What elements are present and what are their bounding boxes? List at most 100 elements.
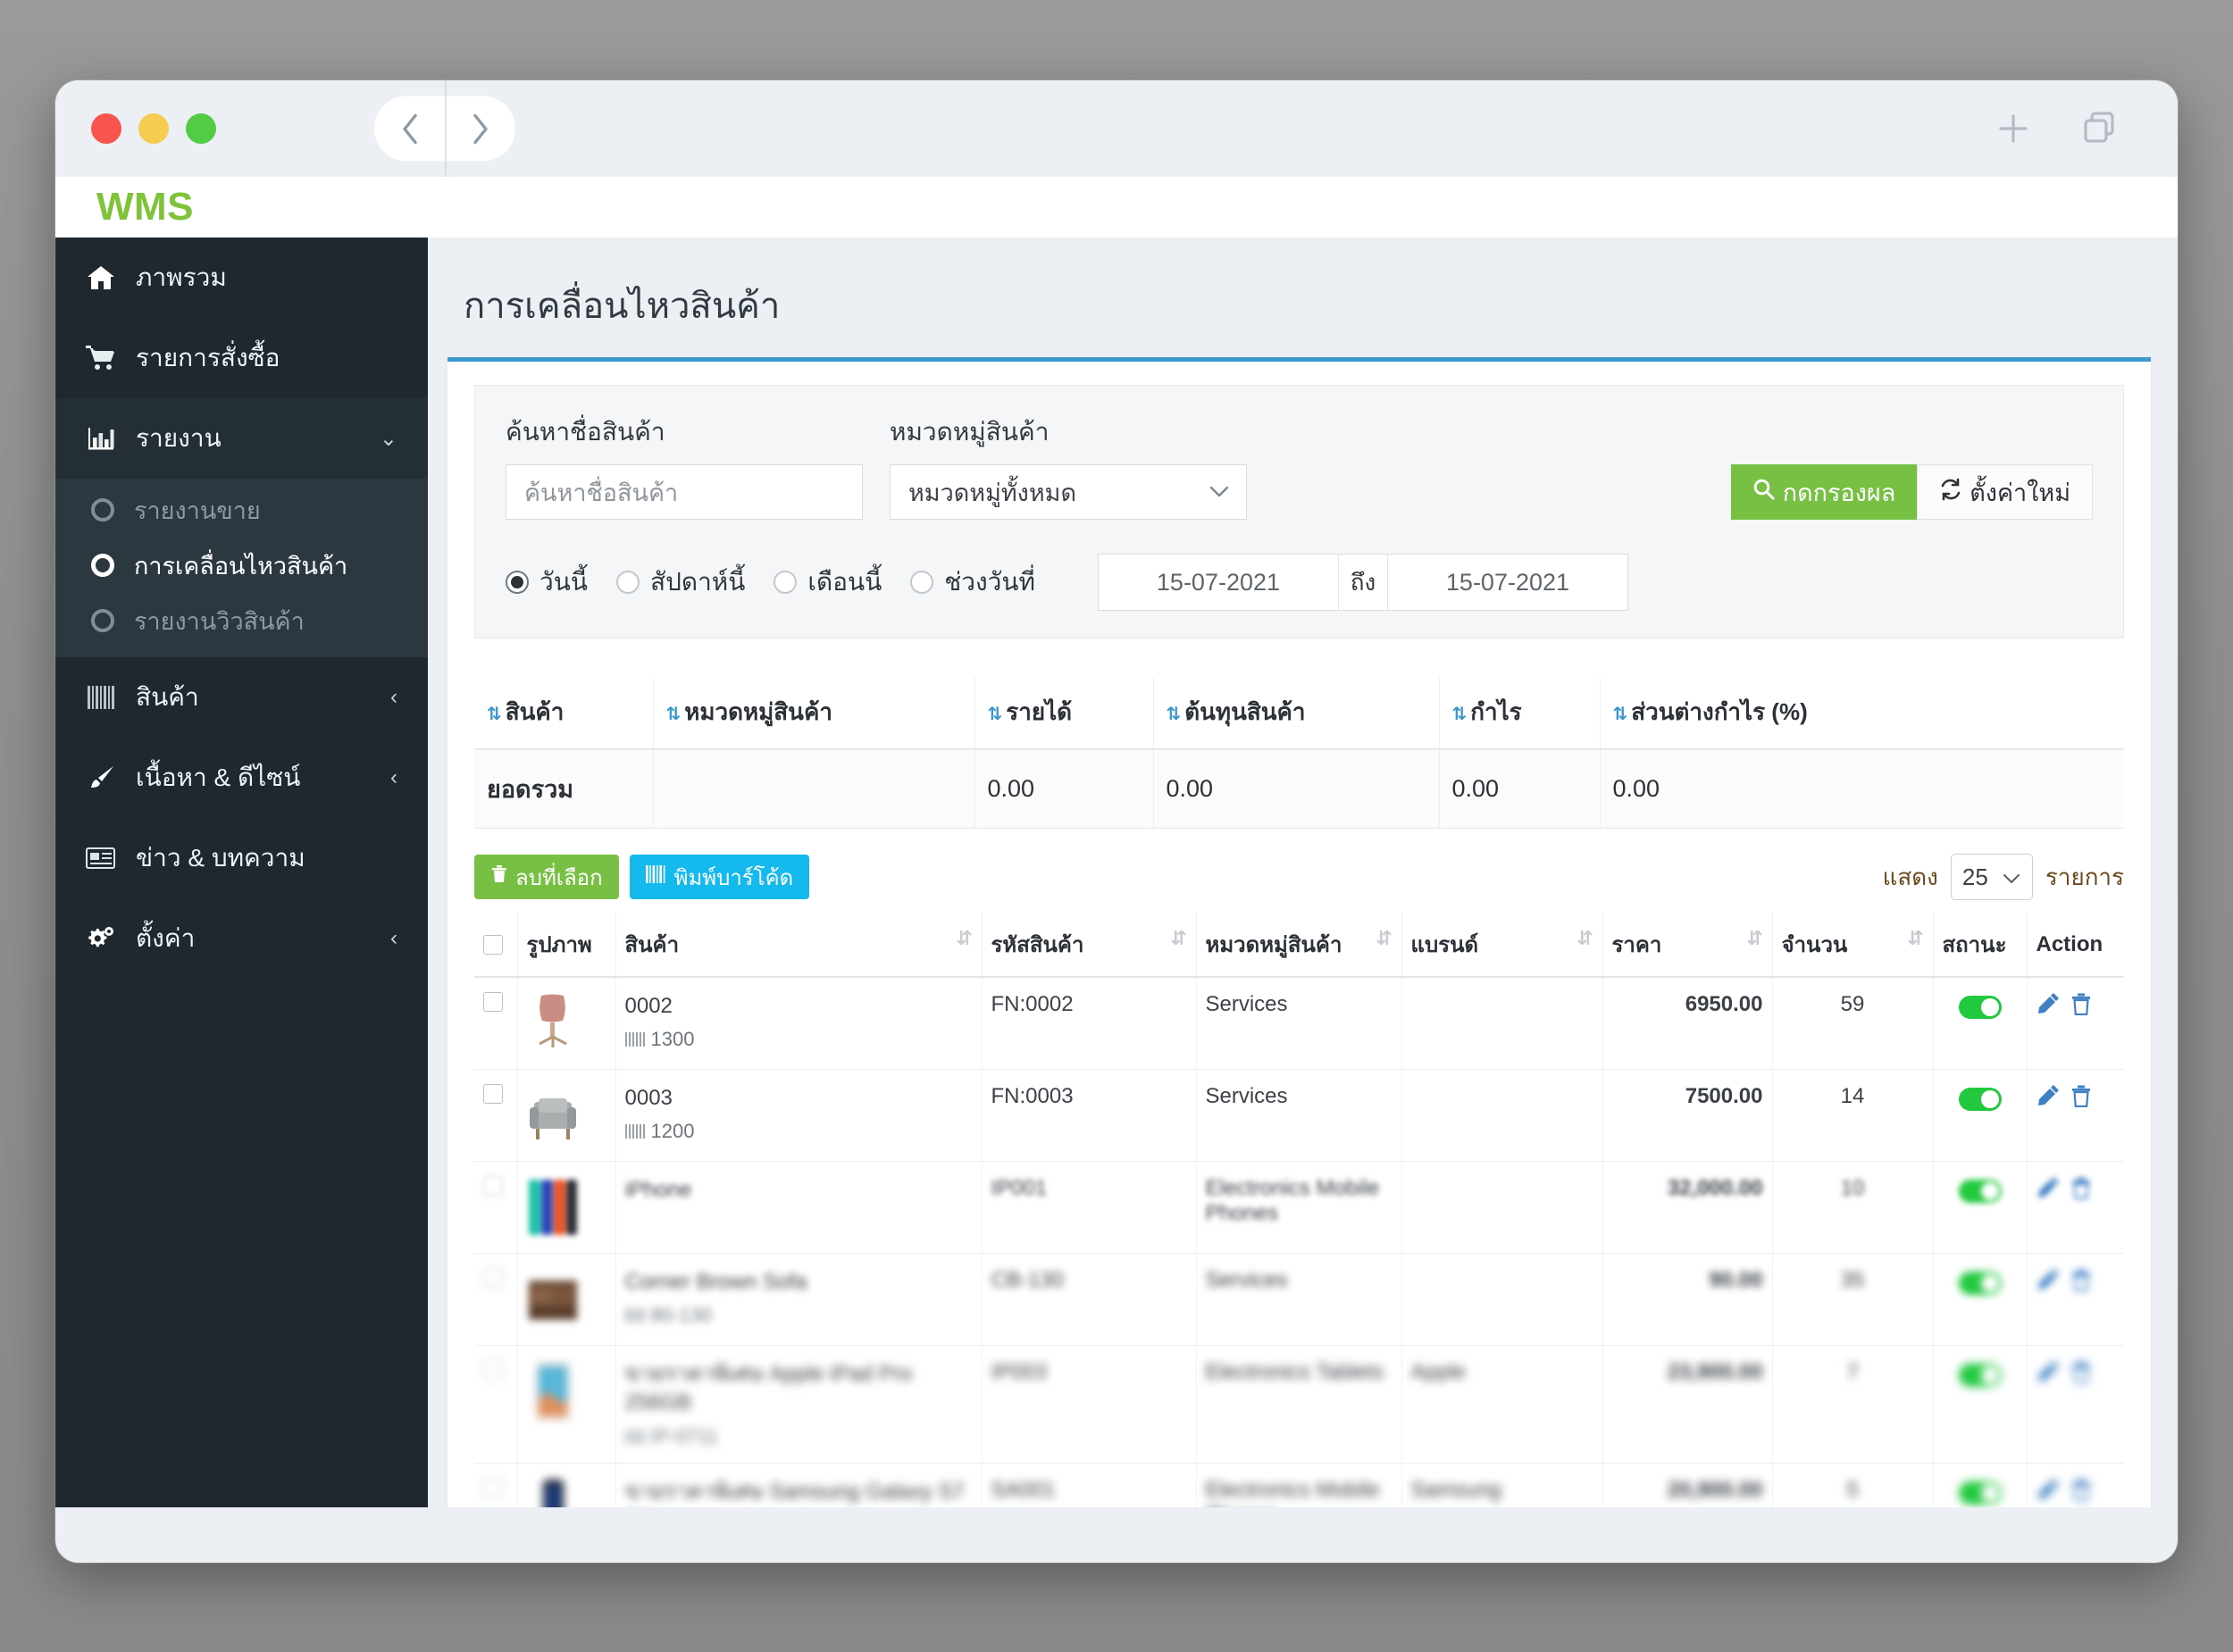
summary-col-revenue[interactable]: ⇅ รายได้ <box>974 678 1153 750</box>
sidebar-item-settings[interactable]: ตั้งค่า ‹ <box>55 898 428 979</box>
radio-custom-range[interactable]: ช่วงวันที่ <box>910 563 1035 602</box>
sidebar-item-sales-report[interactable]: รายงานขาย <box>55 482 428 538</box>
radio-today-label: วันนี้ <box>539 568 589 596</box>
row-action-cell <box>2026 1463 2124 1507</box>
edit-icon[interactable] <box>2036 1268 2060 1297</box>
edit-icon[interactable] <box>2036 992 2060 1022</box>
status-toggle[interactable] <box>1958 996 2002 1019</box>
apply-filter-button[interactable]: กดกรองผล <box>1730 464 1918 520</box>
row-checkbox[interactable] <box>483 1477 503 1498</box>
row-checkbox[interactable] <box>483 1360 503 1380</box>
table-row[interactable]: ขายราคาพิเศษ Samsung Galaxy S7 EdgeSA-01… <box>474 1463 2124 1507</box>
summary-header-row: ⇅ สินค้า ⇅ หมวดหมู่สินค้า ⇅ รายได้ ⇅ ต้นทุนส… <box>474 678 2124 750</box>
status-toggle[interactable] <box>1958 1481 2002 1505</box>
row-status-cell[interactable] <box>1932 1345 2027 1464</box>
date-to-input[interactable]: 15-07-2021 <box>1388 555 1627 610</box>
row-checkbox[interactable] <box>483 1084 503 1104</box>
row-status-cell[interactable] <box>1932 1463 2027 1507</box>
sidebar-item-product-views-report[interactable]: รายงานวิวสินค้า <box>55 593 428 648</box>
data-table-scroll[interactable]: รูปภาพ สินค้า ⇵ รหัสสินค้า ⇵ หมวดหมู่สินค้… <box>474 913 2124 1507</box>
row-select-cell[interactable] <box>474 1345 517 1464</box>
summary-table: ⇅ สินค้า ⇅ หมวดหมู่สินค้า ⇅ รายได้ ⇅ ต้นทุนส… <box>474 678 2124 829</box>
col-product[interactable]: สินค้า ⇵ <box>615 913 982 978</box>
sidebar-item-product-movement[interactable]: การเคลื่อนไหวสินค้า <box>55 538 428 593</box>
col-select-all[interactable] <box>474 913 517 978</box>
summary-col-profit[interactable]: ⇅ กำไร <box>1438 678 1600 750</box>
row-status-cell[interactable] <box>1932 977 2027 1070</box>
category-select[interactable]: หมวดหมู่ทั้งหมด <box>890 464 1247 520</box>
col-qty[interactable]: จำนวน ⇵ <box>1771 913 1933 978</box>
edit-icon[interactable] <box>2036 1176 2060 1206</box>
radio-this-week[interactable]: สัปดาห์นี้ <box>616 563 745 602</box>
row-select-cell[interactable] <box>474 1463 517 1507</box>
barcode-icon <box>624 1124 645 1139</box>
table-row[interactable]: Corner Brown Sofa 80-130 CB-130 Services 90.… <box>474 1253 2124 1346</box>
row-status-cell[interactable] <box>1932 1069 2027 1162</box>
row-select-cell[interactable] <box>474 977 517 1070</box>
row-sku-cell: IP003 <box>981 1345 1196 1464</box>
edit-icon[interactable] <box>2036 1478 2060 1507</box>
maximize-window-button[interactable] <box>186 113 216 144</box>
reset-filter-button[interactable]: ตั้งค่าใหม่ <box>1917 464 2093 520</box>
status-toggle[interactable] <box>1958 1272 2002 1295</box>
category-label: หมวดหมู่สินค้า <box>890 418 1050 446</box>
row-select-cell[interactable] <box>474 1161 517 1254</box>
delete-icon[interactable] <box>2070 1360 2092 1389</box>
select-all-checkbox[interactable] <box>483 934 503 955</box>
sidebar-item-overview[interactable]: ภาพรวม <box>55 238 428 318</box>
sidebar-item-news-articles[interactable]: ข่าว & บทความ <box>55 818 428 898</box>
sort-icon: ⇵ <box>1907 927 1924 949</box>
edit-icon[interactable] <box>2036 1084 2060 1114</box>
summary-col-cost[interactable]: ⇅ ต้นทุนสินค้า <box>1152 678 1439 750</box>
table-row[interactable]: 0003 1200 FN:0003 Services 7500.00 14 <box>474 1069 2124 1162</box>
row-price-cell: 20,900.00 <box>1602 1463 1772 1507</box>
status-toggle[interactable] <box>1958 1364 2002 1387</box>
col-price[interactable]: ราคา ⇵ <box>1602 913 1772 978</box>
col-brand[interactable]: แบรนด์ ⇵ <box>1401 913 1602 978</box>
radio-this-month[interactable]: เดือนนี้ <box>774 563 882 602</box>
product-thumbnail <box>527 992 606 1055</box>
col-category[interactable]: หมวดหมู่สินค้า ⇵ <box>1195 913 1401 978</box>
date-from-input[interactable]: 15-07-2021 <box>1099 555 1338 610</box>
sidebar-item-orders[interactable]: รายการสั่งซื้อ <box>55 318 428 398</box>
row-status-cell[interactable] <box>1932 1253 2027 1346</box>
row-checkbox[interactable] <box>483 992 503 1012</box>
row-status-cell[interactable] <box>1932 1161 2027 1254</box>
delete-icon[interactable] <box>2070 1478 2092 1507</box>
row-barcode-value: 80-130 <box>650 1304 713 1327</box>
page-size-select[interactable]: 25 <box>1950 854 2033 900</box>
entries-label: รายการ <box>2045 863 2124 890</box>
sidebar-item-reports[interactable]: รายงาน ⌄ <box>55 398 428 479</box>
summary-col-category[interactable]: ⇅ หมวดหมู่สินค้า <box>652 678 974 750</box>
summary-col-margin[interactable]: ⇅ ส่วนต่างกำไร (%) <box>1599 678 2124 750</box>
radio-today[interactable]: วันนี้ <box>506 563 588 602</box>
row-checkbox[interactable] <box>483 1268 503 1288</box>
sidebar-item-content-design[interactable]: เนื้อหา & ดีไซน์ ‹ <box>55 738 428 818</box>
forward-button[interactable] <box>445 96 515 162</box>
col-sku[interactable]: รหัสสินค้า ⇵ <box>981 913 1196 978</box>
table-row[interactable]: iPhone IP001 Electronics Mobile Phones 32,0… <box>474 1161 2124 1254</box>
edit-icon[interactable] <box>2036 1360 2060 1389</box>
print-barcode-button[interactable]: พิมพ์บาร์โค้ด <box>629 855 810 899</box>
minimize-window-button[interactable] <box>138 113 169 144</box>
row-select-cell[interactable] <box>474 1069 517 1162</box>
close-window-button[interactable] <box>91 113 121 144</box>
table-row[interactable]: 0002 1300 FN:0002 Services 6950.00 59 <box>474 977 2124 1070</box>
delete-selected-button[interactable]: ลบที่เลือก <box>474 855 619 899</box>
delete-icon[interactable] <box>2070 1176 2092 1206</box>
status-toggle[interactable] <box>1958 1180 2002 1203</box>
row-select-cell[interactable] <box>474 1253 517 1346</box>
summary-col-product[interactable]: ⇅ สินค้า <box>474 678 653 750</box>
new-tab-icon[interactable] <box>1994 109 2033 148</box>
row-checkbox[interactable] <box>483 1176 503 1196</box>
status-toggle[interactable] <box>1958 1088 2002 1111</box>
search-input[interactable]: ค้นหาชื่อสินค้า <box>506 464 863 520</box>
tab-overview-icon[interactable] <box>2079 109 2119 148</box>
back-button[interactable] <box>374 96 445 162</box>
delete-icon[interactable] <box>2070 1084 2092 1114</box>
delete-icon[interactable] <box>2070 1268 2092 1297</box>
delete-icon[interactable] <box>2070 992 2092 1022</box>
table-row[interactable]: ขายราคาพิเศษ Apple iPad Pro 256GB IP-0711… <box>474 1345 2124 1464</box>
radio-this-month-dot <box>774 571 798 594</box>
sidebar-item-products[interactable]: สินค้า ‹ <box>55 657 428 738</box>
